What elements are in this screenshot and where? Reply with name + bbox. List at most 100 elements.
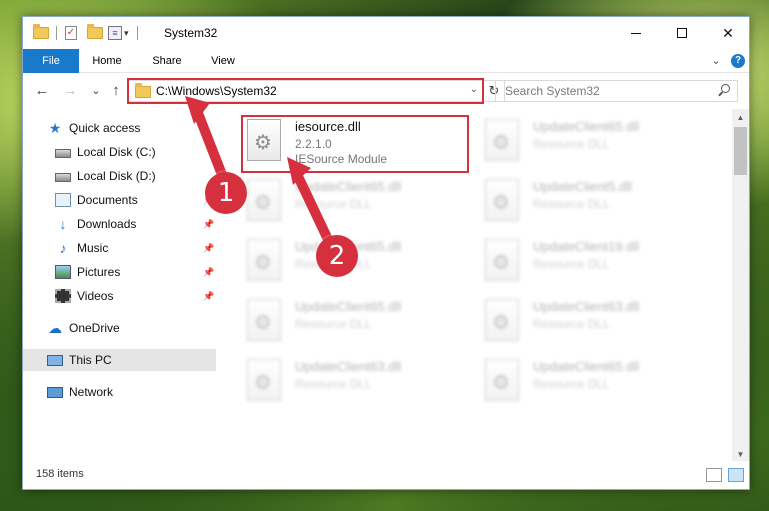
disk-icon <box>55 173 71 182</box>
dll-file-icon <box>485 359 519 401</box>
sidebar-item-documents[interactable]: Documents <box>55 189 138 211</box>
file-item[interactable]: UpdateClient63.dll Resource DLL <box>247 357 477 413</box>
scrollbar-thumb[interactable] <box>734 127 747 175</box>
documents-icon <box>55 193 71 207</box>
dll-file-icon <box>485 179 519 221</box>
recent-locations-button[interactable]: ⌄ <box>87 82 105 100</box>
file-name: UpdateClient65.dll <box>533 119 640 134</box>
tab-home[interactable]: Home <box>85 49 129 73</box>
large-icons-view-icon[interactable] <box>728 468 744 482</box>
address-bar[interactable]: C:\Windows\System32 ⌄ <box>128 80 483 102</box>
file-item[interactable]: UpdateClient5.dll Resource DLL <box>485 177 715 233</box>
sidebar-item-pictures[interactable]: Pictures <box>55 261 120 283</box>
file-name: UpdateClient63.dll <box>295 359 402 374</box>
address-folder-icon <box>135 83 151 98</box>
pc-icon <box>47 354 63 366</box>
videos-icon <box>55 289 71 303</box>
minimize-button[interactable] <box>613 17 659 49</box>
file-item[interactable]: UpdateClient65.dll Resource DLL <box>247 237 477 293</box>
new-folder-icon[interactable] <box>87 24 103 42</box>
file-name: UpdateClient19.dll <box>533 239 640 254</box>
dll-file-icon <box>247 299 281 341</box>
help-icon[interactable]: ? <box>731 54 745 68</box>
item-count: 158 items <box>36 468 84 480</box>
address-path: C:\Windows\System32 <box>156 84 277 98</box>
pin-icon[interactable]: 📌 <box>203 219 214 230</box>
close-button[interactable]: ✕ <box>705 17 751 49</box>
back-button[interactable]: ← <box>33 82 51 100</box>
up-button[interactable]: ↑ <box>107 82 125 100</box>
pin-icon[interactable]: 📌 <box>203 267 214 278</box>
file-description: Resource DLL <box>533 197 610 211</box>
star-icon: ★ <box>48 120 62 136</box>
forward-button[interactable]: → <box>61 82 79 100</box>
file-item[interactable]: UpdateClient63.dll Resource DLL <box>485 297 715 353</box>
details-view-icon[interactable] <box>706 468 722 482</box>
maximize-button[interactable] <box>659 17 705 49</box>
file-name: UpdateClient65.dll <box>295 299 402 314</box>
dll-file-icon <box>485 299 519 341</box>
disk-icon <box>55 149 71 158</box>
qa-separator-2 <box>137 24 138 42</box>
cloud-icon: ☁ <box>48 320 62 336</box>
file-item[interactable]: UpdateClient65.dll Resource DLL <box>485 117 715 173</box>
customize-qa-icon[interactable]: ≡ <box>108 24 122 42</box>
file-item[interactable]: UpdateClient65.dll Resource DLL <box>247 177 477 233</box>
callout-1: 1 <box>205 172 247 214</box>
file-item[interactable]: UpdateClient65.dll Resource DLL <box>485 357 715 413</box>
music-icon: ♪ <box>59 240 67 256</box>
dll-file-icon <box>485 119 519 161</box>
pictures-icon <box>55 265 71 279</box>
file-description: Resource DLL <box>533 257 610 271</box>
sidebar-item-quick-access[interactable]: ★ Quick access <box>47 117 141 139</box>
window-title: System32 <box>164 26 218 40</box>
sidebar-item-onedrive[interactable]: ☁ OneDrive <box>47 317 120 339</box>
dll-file-icon <box>247 239 281 281</box>
pin-icon[interactable]: 📌 <box>203 291 214 302</box>
address-dropdown-icon[interactable]: ⌄ <box>470 84 478 95</box>
file-name: iesource.dll <box>295 119 361 134</box>
file-name: UpdateClient65.dll <box>533 359 640 374</box>
sidebar-item-this-pc[interactable]: This PC <box>23 349 216 371</box>
qa-separator <box>56 24 57 42</box>
expand-ribbon-icon[interactable]: ⌄ <box>709 49 723 73</box>
network-icon <box>47 386 63 398</box>
vertical-scrollbar[interactable]: ▲ ▼ <box>732 109 749 463</box>
file-description: IESource Module <box>295 152 388 166</box>
file-description: Resource DLL <box>295 197 372 211</box>
scroll-up-icon[interactable]: ▲ <box>732 109 749 126</box>
title-bar: ✓ ≡ ▾ System32 ✕ <box>23 17 749 49</box>
file-description: Resource DLL <box>533 317 610 331</box>
file-item[interactable]: UpdateClient19.dll Resource DLL <box>485 237 715 293</box>
sidebar-item-network[interactable]: Network <box>47 381 113 403</box>
qa-dropdown-icon[interactable]: ▾ <box>124 24 129 42</box>
properties-check-icon[interactable]: ✓ <box>65 24 77 42</box>
sidebar-item-local-disk-d[interactable]: Local Disk (D:) <box>55 165 156 187</box>
file-description: Resource DLL <box>295 317 372 331</box>
sidebar-item-music[interactable]: ♪ Music <box>55 237 109 259</box>
status-bar: 158 items <box>23 461 749 489</box>
file-description: Resource DLL <box>533 377 610 391</box>
file-list: iesource.dll 2.2.1.0 IESource Module Upd… <box>233 109 733 463</box>
search-input[interactable]: Search System32 <box>495 80 738 102</box>
sidebar-item-downloads[interactable]: ↓ Downloads <box>55 213 137 235</box>
dll-file-icon <box>247 119 281 161</box>
sidebar-item-videos[interactable]: Videos <box>55 285 113 307</box>
tab-share[interactable]: Share <box>145 49 189 73</box>
file-description: Resource DLL <box>295 377 372 391</box>
tab-view[interactable]: View <box>201 49 245 73</box>
dll-file-icon <box>247 359 281 401</box>
pin-icon[interactable]: 📌 <box>203 243 214 254</box>
tab-file[interactable]: File <box>23 49 79 73</box>
file-explorer-window: ✓ ≡ ▾ System32 ✕ File Home Share View ⌄ … <box>22 16 750 490</box>
file-item-iesource[interactable]: iesource.dll 2.2.1.0 IESource Module <box>247 117 477 173</box>
file-item[interactable]: UpdateClient65.dll Resource DLL <box>247 297 477 353</box>
dll-file-icon <box>247 179 281 221</box>
sidebar-item-local-disk-c[interactable]: Local Disk (C:) <box>55 141 219 163</box>
search-placeholder: Search System32 <box>505 84 600 98</box>
file-version: 2.2.1.0 <box>295 137 332 151</box>
file-description: Resource DLL <box>533 137 610 151</box>
file-name: UpdateClient65.dll <box>295 179 402 194</box>
search-icon <box>718 84 730 96</box>
navigation-pane: ★ Quick access Local Disk (C:) Local Dis… <box>23 109 219 463</box>
